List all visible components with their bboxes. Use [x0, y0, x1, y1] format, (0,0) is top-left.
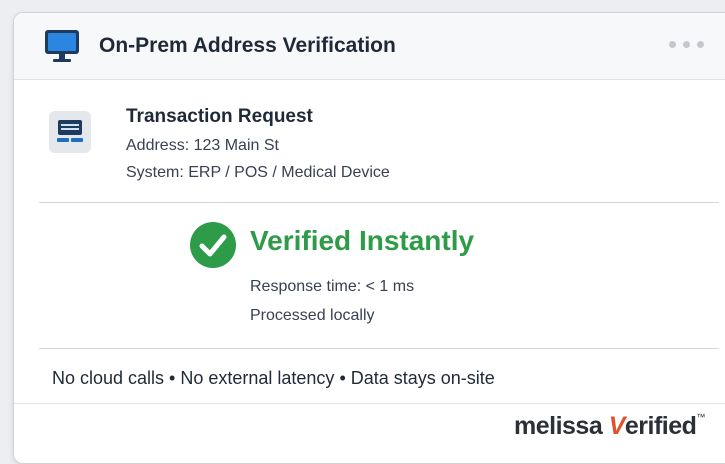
window-title: On-Prem Address Verification: [99, 34, 396, 57]
divider: [39, 348, 719, 349]
verified-status: Verified Instantly: [250, 225, 475, 256]
transaction-request-section: Transaction Request Address: 123 Main St…: [14, 80, 725, 201]
brand-v-mark: V: [608, 412, 626, 440]
dot: [697, 41, 704, 48]
processing-mode: Processed locally: [250, 307, 375, 324]
divider: [39, 202, 719, 203]
request-address: Address: 123 Main St: [126, 137, 279, 154]
response-time: Response time: < 1 ms: [250, 278, 415, 295]
verification-window: On-Prem Address Verification Transaction…: [13, 12, 725, 464]
title-bar: On-Prem Address Verification: [14, 13, 725, 80]
dot: [683, 41, 690, 48]
more-dots-icon[interactable]: [669, 41, 704, 48]
footer-note: No cloud calls • No external latency • D…: [52, 368, 495, 388]
check-circle-icon: [190, 222, 236, 268]
dot: [669, 41, 676, 48]
trademark: ™: [696, 412, 705, 422]
terminal-icon: [49, 111, 91, 153]
monitor-icon: [45, 30, 79, 62]
melissa-verified-logo: melissa Verified™: [514, 412, 705, 441]
brand-name: melissa: [514, 412, 603, 440]
request-system: System: ERP / POS / Medical Device: [126, 164, 390, 181]
request-title: Transaction Request: [126, 106, 313, 127]
brand-suffix: erified: [624, 412, 697, 440]
